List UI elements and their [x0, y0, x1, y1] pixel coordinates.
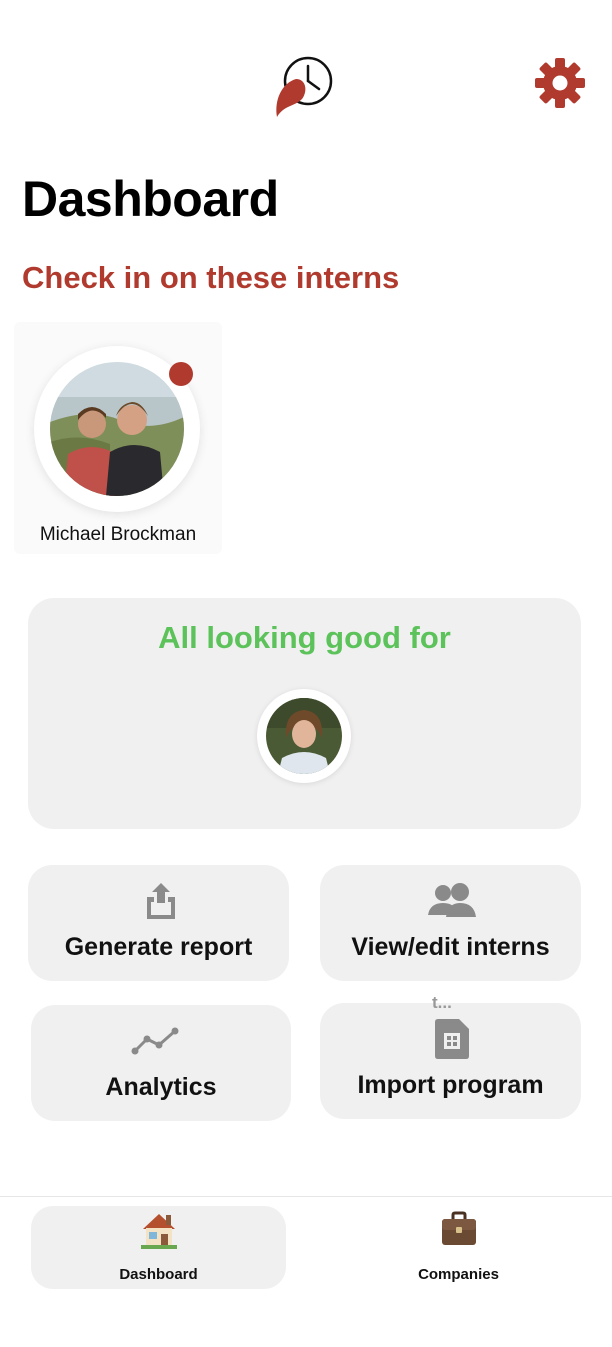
house-icon — [141, 1214, 177, 1249]
view-edit-interns-button[interactable]: View/edit interns — [320, 865, 581, 981]
intern-photo — [50, 362, 184, 496]
import-program-button[interactable]: Import program — [320, 1003, 581, 1119]
generate-report-button[interactable]: Generate report — [28, 865, 289, 981]
tab-companies-label: Companies — [418, 1266, 499, 1283]
share-upload-icon — [147, 883, 175, 919]
intern-photo — [266, 698, 342, 774]
tooltip-hint: t... — [432, 993, 452, 1012]
view-edit-interns-label: View/edit interns — [351, 933, 550, 961]
analytics-button[interactable]: Analytics — [31, 1005, 291, 1121]
spreadsheet-file-icon — [435, 1019, 469, 1059]
avatar[interactable] — [257, 689, 351, 783]
status-badge — [169, 362, 193, 386]
gear-icon[interactable] — [534, 57, 586, 109]
line-chart-icon — [131, 1027, 179, 1055]
intern-card[interactable]: Michael Brockman — [14, 322, 222, 554]
intern-name: Michael Brockman — [39, 524, 197, 545]
looking-good-panel: All looking good for — [28, 598, 581, 829]
import-program-label: Import program — [357, 1071, 544, 1099]
analytics-label: Analytics — [105, 1073, 217, 1101]
tab-dashboard[interactable]: Dashboard — [31, 1206, 286, 1289]
looking-good-title: All looking good for — [158, 620, 451, 655]
bottom-tab-bar: Dashboard Companies — [0, 1196, 612, 1347]
page-title: Dashboard — [22, 171, 279, 227]
tab-dashboard-label: Dashboard — [119, 1266, 198, 1283]
generate-report-label: Generate report — [64, 933, 253, 961]
app-logo-icon — [276, 56, 333, 117]
tab-companies[interactable]: Companies — [331, 1206, 586, 1289]
section-title: Check in on these interns — [22, 260, 400, 295]
briefcase-icon — [442, 1211, 476, 1245]
people-icon — [428, 883, 476, 917]
